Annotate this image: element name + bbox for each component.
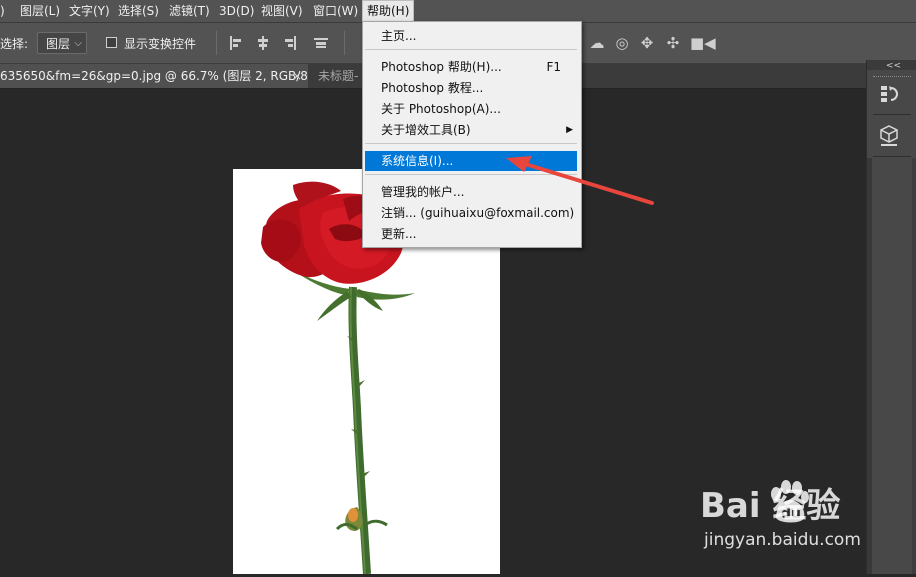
baidu-jingyan-watermark: du Bai 经验 jingyan.baidu.com xyxy=(700,478,870,558)
arrow-shaft xyxy=(520,161,654,205)
watermark-logo-text: Bai 经验 xyxy=(700,486,841,526)
watermark-url: jingyan.baidu.com xyxy=(704,530,861,550)
